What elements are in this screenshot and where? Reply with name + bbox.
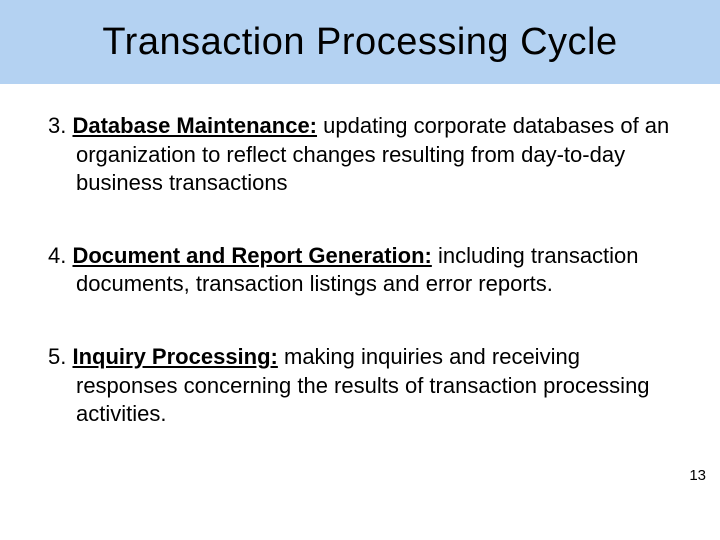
page-number: 13 (689, 467, 706, 484)
title-bar: Transaction Processing Cycle (0, 0, 720, 84)
item-heading: Inquiry Processing: (72, 344, 277, 369)
item-heading: Document and Report Generation: (72, 243, 431, 268)
list-item: 5. Inquiry Processing: making inquiries … (48, 343, 672, 429)
item-heading: Database Maintenance: (72, 113, 317, 138)
item-number: 4. (48, 243, 66, 268)
list-item: 4. Document and Report Generation: inclu… (48, 242, 672, 299)
item-number: 5. (48, 344, 66, 369)
content-area: 3. Database Maintenance: updating corpor… (0, 84, 720, 429)
item-number: 3. (48, 113, 66, 138)
list-item: 3. Database Maintenance: updating corpor… (48, 112, 672, 198)
slide-title: Transaction Processing Cycle (102, 21, 617, 64)
